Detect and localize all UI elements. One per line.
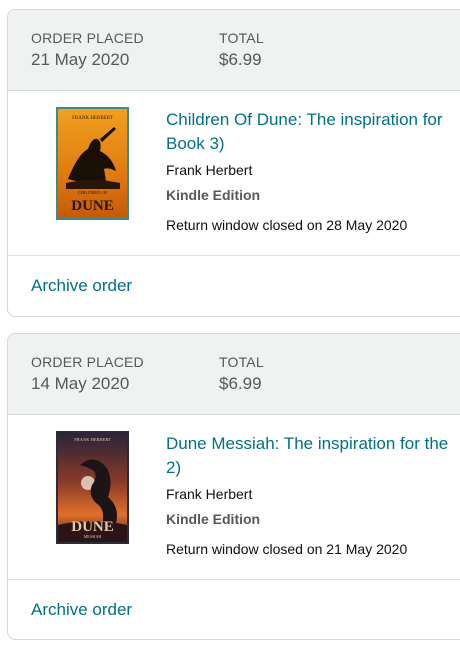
order-placed-column: ORDER PLACED 14 May 2020 (31, 354, 144, 395)
order-item: FRANK HERBERT CHILDREN OF DUNE Children … (8, 91, 460, 256)
order-placed-date: 14 May 2020 (31, 374, 130, 393)
book-cover-art: FRANK HERBERT CHILDREN OF DUNE (58, 109, 127, 218)
book-cover-art: FRANK HERBERT DUNE MESSIAH (58, 433, 127, 542)
order-placed-date: 21 May 2020 (31, 50, 130, 69)
item-details: Dune Messiah: The inspiration for the 2)… (166, 432, 460, 559)
archive-order-link[interactable]: Archive order (31, 275, 132, 297)
cover-title-text: DUNE (71, 519, 114, 535)
order-item: FRANK HERBERT DUNE MESSIAH Dune Messiah:… (8, 415, 460, 580)
order-total-column: TOTAL $6.99 (219, 354, 264, 395)
item-title-line[interactable]: Children Of Dune: The inspiration for (166, 108, 460, 132)
order-card: ORDER PLACED 21 May 2020 TOTAL $6.99 FRA… (7, 9, 460, 317)
order-placed-label: ORDER PLACED (31, 354, 144, 370)
item-title-line[interactable]: Book 3) (166, 132, 460, 156)
cover-author-text: FRANK HERBERT (74, 437, 111, 442)
item-format: Kindle Edition (166, 511, 261, 527)
order-total-label: TOTAL (219, 30, 264, 46)
order-total-column: TOTAL $6.99 (219, 30, 264, 71)
item-author: Frank Herbert (166, 162, 253, 178)
return-window-status: Return window closed on 21 May 2020 (166, 541, 408, 557)
item-format: Kindle Edition (166, 187, 261, 203)
item-author: Frank Herbert (166, 486, 253, 502)
order-header: ORDER PLACED 21 May 2020 TOTAL $6.99 (8, 10, 460, 91)
order-total-value: $6.99 (219, 374, 262, 393)
cover-subtitle-text: CHILDREN OF (78, 190, 108, 195)
return-window-status: Return window closed on 28 May 2020 (166, 217, 408, 233)
item-title-link[interactable]: Children Of Dune: The inspiration for Bo… (166, 108, 460, 156)
cover-title-text: DUNE (71, 198, 114, 214)
item-title-line[interactable]: 2) (166, 456, 460, 480)
cover-author-text: FRANK HERBERT (72, 116, 113, 121)
order-placed-label: ORDER PLACED (31, 30, 144, 46)
archive-order-link[interactable]: Archive order (31, 599, 132, 621)
order-header: ORDER PLACED 14 May 2020 TOTAL $6.99 (8, 334, 460, 415)
order-placed-column: ORDER PLACED 21 May 2020 (31, 30, 144, 71)
item-details: Children Of Dune: The inspiration for Bo… (166, 108, 460, 235)
item-title-link[interactable]: Dune Messiah: The inspiration for the 2) (166, 432, 460, 480)
book-cover-image[interactable]: FRANK HERBERT CHILDREN OF DUNE (56, 107, 129, 220)
order-total-label: TOTAL (219, 354, 264, 370)
order-total-value: $6.99 (219, 50, 262, 69)
book-cover-image[interactable]: FRANK HERBERT DUNE MESSIAH (56, 431, 129, 544)
item-title-line[interactable]: Dune Messiah: The inspiration for the (166, 432, 460, 456)
cover-subtitle-text: MESSIAH (84, 534, 102, 539)
order-card: ORDER PLACED 14 May 2020 TOTAL $6.99 FRA (7, 333, 460, 640)
